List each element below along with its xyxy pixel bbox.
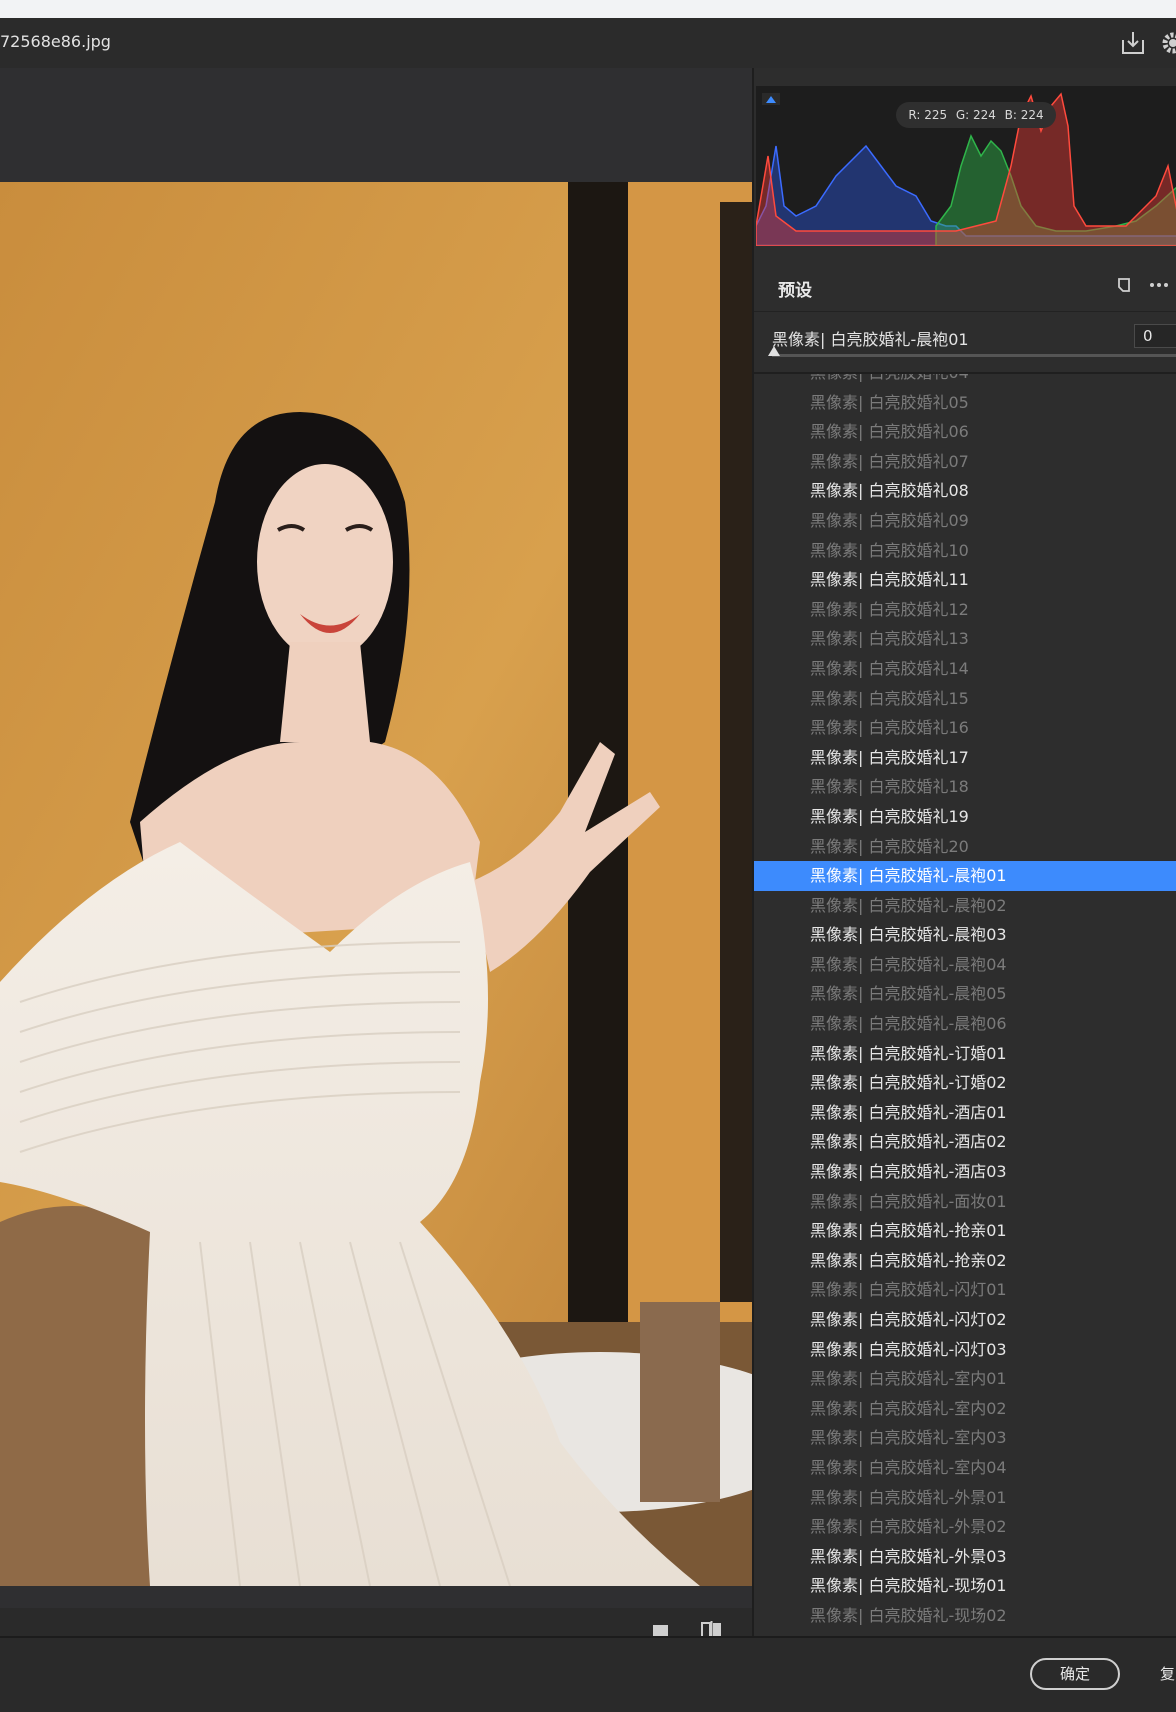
preset-list-item[interactable]: 黑像素| 白亮胶婚礼-晨袍02 [754,891,1176,921]
gear-icon[interactable] [1158,28,1176,58]
preset-editor-window: 72568e86.jpg R: 225 G: 224 B: 224 预设 黑像素… [0,18,1176,1712]
footer-bar: 确定 复 [0,1636,1176,1712]
photo-preview [0,182,752,1586]
preset-list-item[interactable]: 黑像素| 白亮胶婚礼-面妆01 [754,1187,1176,1217]
more-icon[interactable] [1148,274,1170,296]
preset-list-item[interactable]: 黑像素| 白亮胶婚礼-室内01 [754,1364,1176,1394]
preset-list-item[interactable]: 黑像素| 白亮胶婚礼-闪灯03 [754,1335,1176,1365]
preset-list[interactable]: 黑像素| 白亮胶婚礼04黑像素| 白亮胶婚礼05黑像素| 白亮胶婚礼06黑像素|… [754,374,1176,1636]
histogram: R: 225 G: 224 B: 224 [756,86,1176,246]
right-panel: R: 225 G: 224 B: 224 预设 黑像素| 白亮胶婚礼-晨袍01 … [752,68,1176,1636]
g-label: G: [955,108,970,122]
amount-slider-thumb[interactable] [768,346,780,356]
preset-list-item[interactable]: 黑像素| 白亮胶婚礼-室内03 [754,1423,1176,1453]
preset-list-item[interactable]: 黑像素| 白亮胶婚礼-晨袍05 [754,979,1176,1009]
b-label: B: [1004,108,1017,122]
preset-list-item[interactable]: 黑像素| 白亮胶婚礼-外景02 [754,1512,1176,1542]
preset-list-item[interactable]: 黑像素| 白亮胶婚礼-酒店03 [754,1157,1176,1187]
preset-list-item[interactable]: 黑像素| 白亮胶婚礼-订婚02 [754,1068,1176,1098]
preset-list-item[interactable]: 黑像素| 白亮胶婚礼17 [754,743,1176,773]
preset-list-item[interactable]: 黑像素| 白亮胶婚礼-抢亲01 [754,1216,1176,1246]
image-canvas [0,68,752,1656]
preset-list-item[interactable]: 黑像素| 白亮胶婚礼15 [754,684,1176,714]
preset-list-item[interactable]: 黑像素| 白亮胶婚礼05 [754,388,1176,418]
preset-list-item[interactable]: 黑像素| 白亮胶婚礼14 [754,654,1176,684]
preset-list-item[interactable]: 黑像素| 白亮胶婚礼-闪灯02 [754,1305,1176,1335]
new-preset-icon[interactable] [1114,274,1136,296]
cut-off-button-label[interactable]: 复 [1160,1663,1175,1684]
file-name: 72568e86.jpg [0,32,111,51]
preset-list-item[interactable]: 黑像素| 白亮胶婚礼10 [754,536,1176,566]
preset-list-item[interactable]: 黑像素| 白亮胶婚礼04 [754,374,1176,388]
preset-list-item[interactable]: 黑像素| 白亮胶婚礼19 [754,802,1176,832]
b-value: 224 [1020,108,1044,122]
preset-list-item[interactable]: 黑像素| 白亮胶婚礼12 [754,595,1176,625]
preset-list-item[interactable]: 黑像素| 白亮胶婚礼-室内02 [754,1394,1176,1424]
rgb-readout: R: 225 G: 224 B: 224 [896,102,1056,128]
current-preset-label: 黑像素| 白亮胶婚礼-晨袍01 [772,330,969,349]
amount-slider[interactable] [772,354,1176,357]
panel-title: 预设 [778,281,812,301]
export-icon[interactable] [1118,28,1148,58]
preset-amount-row: 黑像素| 白亮胶婚礼-晨袍01 0 [754,312,1176,374]
preset-list-item[interactable]: 黑像素| 白亮胶婚礼08 [754,476,1176,506]
g-value: 224 [973,108,996,122]
ok-button[interactable]: 确定 [1030,1658,1120,1690]
preset-list-item[interactable]: 黑像素| 白亮胶婚礼18 [754,772,1176,802]
preset-list-item[interactable]: 黑像素| 白亮胶婚礼-晨袍01 [754,861,1176,891]
preset-list-item[interactable]: 黑像素| 白亮胶婚礼07 [754,447,1176,477]
title-bar: 72568e86.jpg [0,18,1176,68]
preset-list-item[interactable]: 黑像素| 白亮胶婚礼-订婚01 [754,1039,1176,1069]
preset-list-item[interactable]: 黑像素| 白亮胶婚礼20 [754,832,1176,862]
preset-list-item[interactable]: 黑像素| 白亮胶婚礼13 [754,624,1176,654]
preset-list-item[interactable]: 黑像素| 白亮胶婚礼-酒店02 [754,1127,1176,1157]
preset-list-item[interactable]: 黑像素| 白亮胶婚礼-现场02 [754,1601,1176,1631]
preset-list-item[interactable]: 黑像素| 白亮胶婚礼-外景03 [754,1542,1176,1572]
r-label: R: [908,108,921,122]
preset-list-item[interactable]: 黑像素| 白亮胶婚礼-室内04 [754,1453,1176,1483]
preset-list-item[interactable]: 黑像素| 白亮胶婚礼-酒店01 [754,1098,1176,1128]
preset-list-item[interactable]: 黑像素| 白亮胶婚礼-晨袍03 [754,920,1176,950]
amount-input[interactable]: 0 [1134,324,1176,348]
preset-list-item[interactable]: 黑像素| 白亮胶婚礼16 [754,713,1176,743]
preset-list-item[interactable]: 黑像素| 白亮胶婚礼11 [754,565,1176,595]
preset-list-item[interactable]: 黑像素| 白亮胶婚礼09 [754,506,1176,536]
preset-list-item[interactable]: 黑像素| 白亮胶婚礼-晨袍04 [754,950,1176,980]
preset-list-item[interactable]: 黑像素| 白亮胶婚礼-闪灯01 [754,1275,1176,1305]
preset-list-item[interactable]: 黑像素| 白亮胶婚礼06 [754,417,1176,447]
preset-list-item[interactable]: 黑像素| 白亮胶婚礼-外景01 [754,1483,1176,1513]
preset-list-item[interactable]: 黑像素| 白亮胶婚礼-抢亲02 [754,1246,1176,1276]
preset-panel-header: 预设 [754,260,1176,312]
preset-list-item[interactable]: 黑像素| 白亮胶婚礼-晨袍06 [754,1009,1176,1039]
r-value: 225 [924,108,948,122]
preset-list-item[interactable]: 黑像素| 白亮胶婚礼-现场01 [754,1571,1176,1601]
